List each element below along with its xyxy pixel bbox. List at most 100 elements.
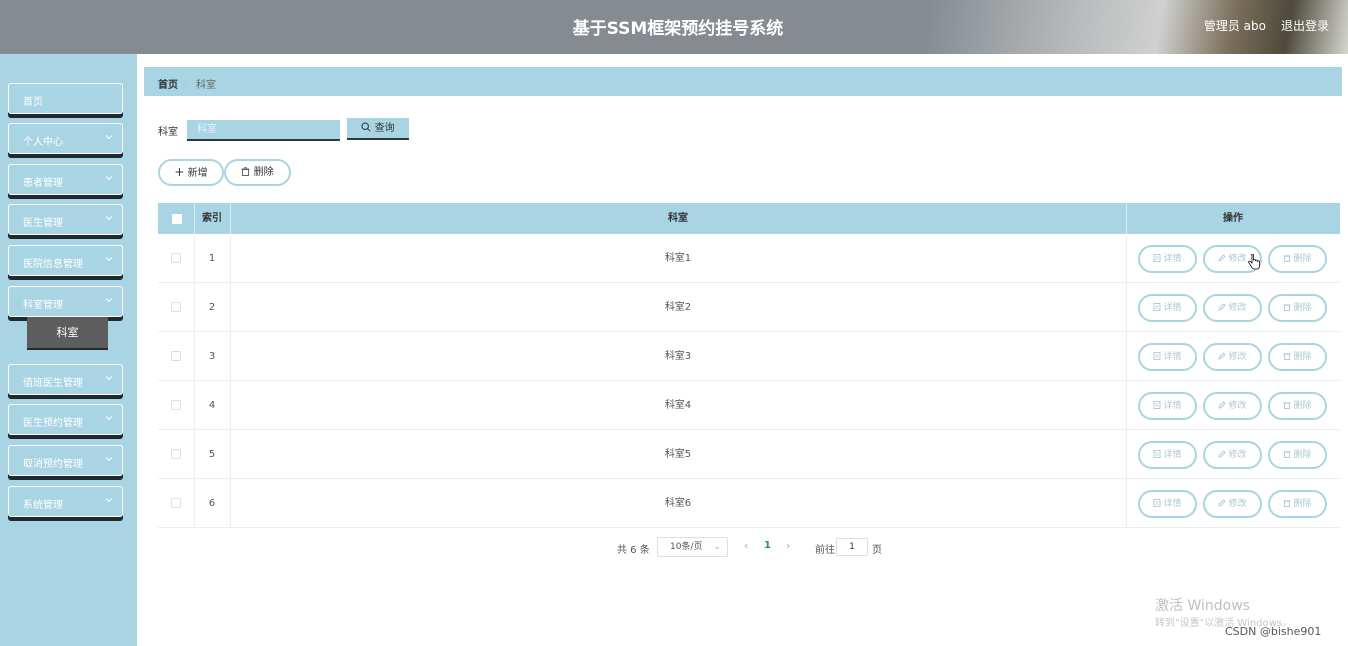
trash-icon	[1283, 402, 1291, 409]
sidebar-item-label: 医生管理	[23, 218, 63, 229]
cell-divider	[1126, 479, 1127, 528]
edit-button[interactable]: 修改	[1203, 392, 1262, 420]
sidebar-item-duty-doctor-management[interactable]: 值班医生管理	[8, 364, 123, 395]
delete-button[interactable]: 删除	[1268, 392, 1327, 420]
edit-button-label: 修改	[1228, 352, 1247, 362]
prev-page-button[interactable]: ‹	[744, 539, 748, 552]
edit-button-label: 修改	[1228, 303, 1247, 313]
trash-icon	[1283, 304, 1291, 311]
chevron-down-icon	[105, 498, 113, 503]
table-row: 4 科室4 详情 修改 删除	[158, 381, 1340, 430]
delete-button[interactable]: 删除	[1268, 343, 1327, 371]
edit-button[interactable]: 修改	[1203, 343, 1262, 371]
add-button[interactable]: + 新增	[158, 159, 224, 186]
cell-divider	[1126, 283, 1127, 332]
breadcrumb-separator: /	[184, 76, 188, 87]
detail-button[interactable]: 详情	[1138, 392, 1197, 420]
sidebar-item-home[interactable]: 首页	[8, 83, 123, 114]
batch-delete-button[interactable]: 删除	[224, 159, 291, 186]
sidebar-item-personal-center[interactable]: 个人中心	[8, 123, 123, 154]
delete-button-label: 删除	[1293, 352, 1312, 362]
detail-button-label: 详情	[1163, 401, 1182, 411]
sidebar-item-cancel-appointment-management[interactable]: 取消预约管理	[8, 445, 123, 476]
goto-page-input[interactable]: 1	[836, 538, 868, 556]
document-icon	[1154, 401, 1161, 409]
sidebar-item-department-management[interactable]: 科室管理	[8, 286, 123, 317]
submenu-item-department[interactable]: 科室	[27, 317, 108, 348]
row-checkbox[interactable]	[171, 498, 181, 508]
delete-button[interactable]: 删除	[1268, 245, 1327, 273]
row-index: 5	[208, 449, 216, 460]
breadcrumb-home[interactable]: 首页	[158, 76, 178, 91]
edit-button[interactable]: 修改	[1203, 441, 1262, 469]
search-label: 科室	[158, 127, 178, 138]
delete-button-label: 删除	[1293, 303, 1312, 313]
chevron-down-icon	[105, 298, 113, 303]
column-header-actions: 操作	[1223, 213, 1243, 224]
edit-icon	[1218, 401, 1227, 409]
select-all-checkbox[interactable]	[172, 214, 182, 224]
next-page-button[interactable]: ›	[786, 539, 790, 552]
row-index: 2	[208, 302, 216, 313]
trash-icon	[1283, 451, 1291, 458]
row-department-name: 科室1	[664, 253, 692, 264]
table-row: 6 科室6 详情 修改 删除	[158, 479, 1340, 528]
detail-button-label: 详情	[1163, 499, 1182, 509]
detail-button[interactable]: 详情	[1138, 343, 1197, 371]
detail-button-label: 详情	[1163, 450, 1182, 460]
logout-link[interactable]: 退出登录	[1281, 17, 1329, 34]
delete-button[interactable]: 删除	[1268, 490, 1327, 518]
row-checkbox[interactable]	[171, 253, 181, 263]
sidebar-item-hospital-info-management[interactable]: 医院信息管理	[8, 245, 123, 276]
edit-icon	[1218, 352, 1227, 360]
chevron-down-icon	[105, 135, 113, 140]
chevron-down-icon	[105, 416, 113, 421]
top-header: 基于SSM框架预约挂号系统 管理员 abo 退出登录	[0, 0, 1348, 54]
delete-button[interactable]: 删除	[1268, 441, 1327, 469]
detail-button-label: 详情	[1163, 352, 1182, 362]
edit-button-label: 修改	[1228, 499, 1247, 509]
search-input[interactable]	[187, 120, 340, 141]
edit-icon	[1218, 499, 1227, 507]
add-button-label: 新增	[187, 168, 208, 179]
row-index: 6	[208, 498, 216, 509]
sidebar-item-system-management[interactable]: 系统管理	[8, 486, 123, 517]
page-size-select[interactable]: 10条/页 ⌄	[657, 537, 728, 557]
breadcrumb: 首页 / 科室	[144, 67, 1342, 96]
edit-button[interactable]: 修改	[1203, 294, 1262, 322]
detail-button[interactable]: 详情	[1138, 490, 1197, 518]
row-checkbox[interactable]	[171, 400, 181, 410]
windows-activation-watermark: 激活 Windows	[1155, 598, 1250, 614]
sidebar-item-label: 医院信息管理	[23, 259, 83, 270]
page-size-value: 10条/页	[670, 542, 703, 552]
sidebar-item-label: 值班医生管理	[23, 378, 83, 389]
cell-divider	[1126, 234, 1127, 283]
detail-button[interactable]: 详情	[1138, 441, 1197, 469]
detail-button[interactable]: 详情	[1138, 294, 1197, 322]
row-checkbox[interactable]	[171, 351, 181, 361]
sidebar-item-label: 个人中心	[23, 137, 63, 148]
row-index: 1	[208, 253, 216, 264]
page-number-current[interactable]: 1	[764, 540, 771, 551]
search-button[interactable]: 查询	[347, 118, 409, 140]
edit-icon	[1218, 303, 1227, 311]
chevron-down-icon	[105, 257, 113, 262]
delete-button[interactable]: 删除	[1268, 294, 1327, 322]
row-checkbox[interactable]	[171, 449, 181, 459]
sidebar-item-doctor-appointment-management[interactable]: 医生预约管理	[8, 404, 123, 435]
sidebar-item-doctor-management[interactable]: 医生管理	[8, 204, 123, 235]
edit-button[interactable]: 修改	[1203, 490, 1262, 518]
pagination-total: 共 6 条	[617, 545, 650, 556]
breadcrumb-current: 科室	[196, 80, 216, 91]
row-checkbox[interactable]	[171, 302, 181, 312]
app-title: 基于SSM框架预约挂号系统	[572, 19, 784, 39]
plus-icon: +	[174, 165, 185, 179]
edit-button-label: 修改	[1228, 254, 1247, 264]
chevron-down-icon	[105, 376, 113, 381]
sidebar-item-label: 医生预约管理	[23, 418, 83, 429]
current-user-label: 管理员 abo	[1203, 19, 1266, 33]
detail-button[interactable]: 详情	[1138, 245, 1197, 273]
sidebar-item-label: 系统管理	[23, 500, 63, 511]
sidebar-item-patient-management[interactable]: 患者管理	[8, 164, 123, 195]
table-header: 索引 科室 操作	[158, 203, 1340, 234]
